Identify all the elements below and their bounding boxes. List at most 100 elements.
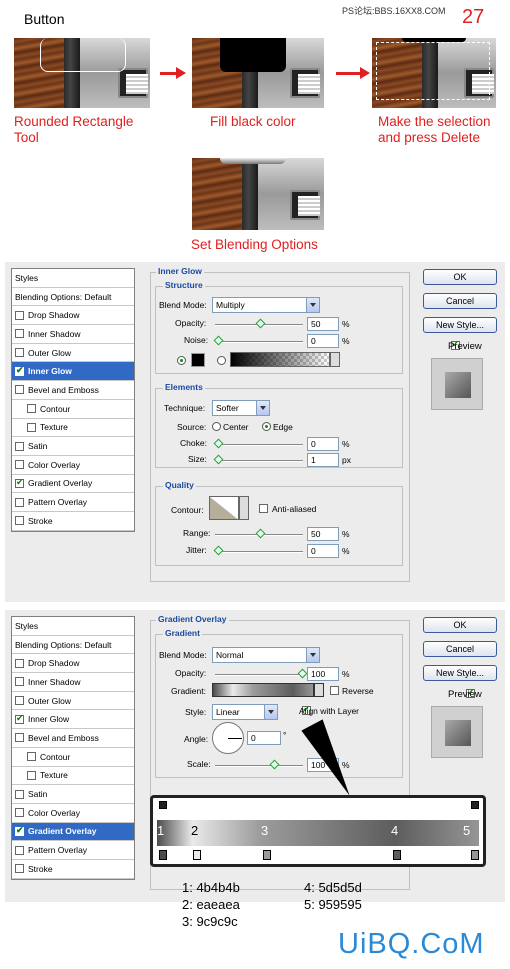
- glow-gradient-picker[interactable]: [230, 352, 330, 367]
- gradient-radio[interactable]: [217, 356, 226, 365]
- range-input[interactable]: 50: [307, 527, 339, 541]
- contour-label: Contour:: [171, 505, 204, 515]
- source-edge-radio[interactable]: [262, 422, 271, 431]
- noise-label: Noise:: [184, 335, 209, 345]
- color-stop-5[interactable]: [471, 850, 479, 860]
- chevron-down-icon[interactable]: [239, 496, 249, 520]
- gradient-picker[interactable]: [212, 683, 314, 697]
- style-bevel-emboss[interactable]: Bevel and Emboss: [12, 729, 134, 748]
- opacity-slider[interactable]: [215, 668, 308, 679]
- style-label: Style:: [185, 707, 207, 717]
- size-slider[interactable]: [213, 454, 303, 465]
- style-select[interactable]: Linear: [212, 704, 278, 720]
- reverse-checkbox[interactable]: [330, 686, 339, 695]
- preview-label: Preview: [448, 689, 482, 700]
- choke-input[interactable]: 0: [307, 437, 339, 451]
- noise-input[interactable]: 0: [307, 334, 339, 348]
- style-blending-options[interactable]: Blending Options: Default: [12, 636, 134, 655]
- style-color-overlay[interactable]: Color Overlay: [12, 804, 134, 823]
- style-color-overlay[interactable]: Color Overlay: [12, 456, 134, 475]
- style-gradient-overlay[interactable]: Gradient Overlay: [12, 475, 134, 494]
- style-gradient-overlay[interactable]: Gradient Overlay: [12, 822, 134, 842]
- style-bevel-emboss[interactable]: Bevel and Emboss: [12, 381, 134, 400]
- source-edge-label: Edge: [273, 422, 293, 432]
- color-stop-3[interactable]: [263, 850, 271, 860]
- style-contour[interactable]: Contour: [12, 400, 134, 419]
- range-slider[interactable]: [215, 528, 303, 539]
- cancel-button[interactable]: Cancel: [423, 641, 497, 657]
- choke-slider[interactable]: [213, 438, 303, 449]
- style-inner-glow[interactable]: Inner Glow: [12, 362, 134, 382]
- new-style-button[interactable]: New Style...: [423, 317, 497, 333]
- solid-color-radio[interactable]: [177, 356, 186, 365]
- jitter-input[interactable]: 0: [307, 544, 339, 558]
- ok-button[interactable]: OK: [423, 269, 497, 285]
- style-satin[interactable]: Satin: [12, 785, 134, 804]
- range-label: Range:: [183, 528, 211, 538]
- cancel-button[interactable]: Cancel: [423, 293, 497, 309]
- size-input[interactable]: 1: [307, 453, 339, 467]
- step4-caption: Set Blending Options: [191, 237, 318, 252]
- style-satin[interactable]: Satin: [12, 437, 134, 456]
- source-center-radio[interactable]: [212, 422, 221, 431]
- opacity-stop-left[interactable]: [159, 801, 167, 809]
- color-stop-2[interactable]: [193, 850, 201, 860]
- style-pattern-overlay[interactable]: Pattern Overlay: [12, 493, 134, 512]
- styles-header[interactable]: Styles: [12, 617, 134, 636]
- style-outer-glow[interactable]: Outer Glow: [12, 692, 134, 711]
- opacity-slider[interactable]: [215, 318, 303, 329]
- opacity-stop-right[interactable]: [471, 801, 479, 809]
- style-texture[interactable]: Texture: [12, 767, 134, 786]
- blend-mode-label: Blend Mode:: [159, 300, 207, 310]
- noise-slider[interactable]: [213, 335, 303, 346]
- angle-input[interactable]: 0: [247, 731, 281, 745]
- style-inner-glow[interactable]: Inner Glow: [12, 710, 134, 730]
- step2-image: [192, 38, 324, 108]
- style-texture[interactable]: Texture: [12, 419, 134, 438]
- color-stop-1[interactable]: [159, 850, 167, 860]
- jitter-pct: %: [342, 546, 350, 556]
- jitter-label: Jitter:: [186, 545, 207, 555]
- opacity-input[interactable]: 100: [307, 667, 339, 681]
- layer-style-dialog-inner-glow: Styles Blending Options: Default Drop Sh…: [5, 262, 505, 602]
- style-inner-shadow[interactable]: Inner Shadow: [12, 673, 134, 692]
- style-inner-shadow[interactable]: Inner Shadow: [12, 325, 134, 344]
- jitter-slider[interactable]: [213, 545, 303, 556]
- chevron-down-icon[interactable]: [330, 352, 340, 367]
- angle-dial[interactable]: [212, 722, 244, 754]
- style-pattern-overlay[interactable]: Pattern Overlay: [12, 841, 134, 860]
- new-style-button[interactable]: New Style...: [423, 665, 497, 681]
- size-label: Size:: [188, 454, 207, 464]
- preview-label: Preview: [448, 341, 482, 352]
- footer-logo: UiBQ.CoM: [338, 928, 485, 960]
- color-value-3: 3: 9c9c9c: [182, 914, 238, 929]
- technique-select[interactable]: Softer: [212, 400, 270, 416]
- style-outer-glow[interactable]: Outer Glow: [12, 344, 134, 363]
- blend-mode-select[interactable]: Normal: [212, 647, 320, 663]
- color-stop-4[interactable]: [393, 850, 401, 860]
- structure-heading: Structure: [163, 280, 205, 290]
- style-drop-shadow[interactable]: Drop Shadow: [12, 654, 134, 674]
- choke-label: Choke:: [180, 438, 207, 448]
- scale-slider[interactable]: [215, 759, 303, 770]
- contour-picker[interactable]: [209, 496, 239, 520]
- gradient-heading: Gradient: [163, 628, 202, 638]
- ok-button[interactable]: OK: [423, 617, 497, 633]
- style-stroke[interactable]: Stroke: [12, 860, 134, 879]
- stop-label-2: 2: [191, 823, 199, 838]
- choke-pct: %: [342, 439, 350, 449]
- anti-aliased-checkbox[interactable]: [259, 504, 268, 513]
- style-stroke[interactable]: Stroke: [12, 512, 134, 531]
- color-value-5: 5: 959595: [304, 897, 362, 912]
- opacity-input[interactable]: 50: [307, 317, 339, 331]
- style-blending-options[interactable]: Blending Options: Default: [12, 288, 134, 307]
- color-swatch[interactable]: [191, 353, 205, 367]
- blend-mode-select[interactable]: Multiply: [212, 297, 320, 313]
- style-contour[interactable]: Contour: [12, 748, 134, 767]
- style-drop-shadow[interactable]: Drop Shadow: [12, 306, 134, 326]
- stop-label-1: 1: [157, 823, 165, 838]
- chevron-down-icon[interactable]: [314, 683, 324, 697]
- color-value-1: 1: 4b4b4b: [182, 880, 240, 895]
- styles-header[interactable]: Styles: [12, 269, 134, 288]
- arrow-1: [160, 67, 186, 79]
